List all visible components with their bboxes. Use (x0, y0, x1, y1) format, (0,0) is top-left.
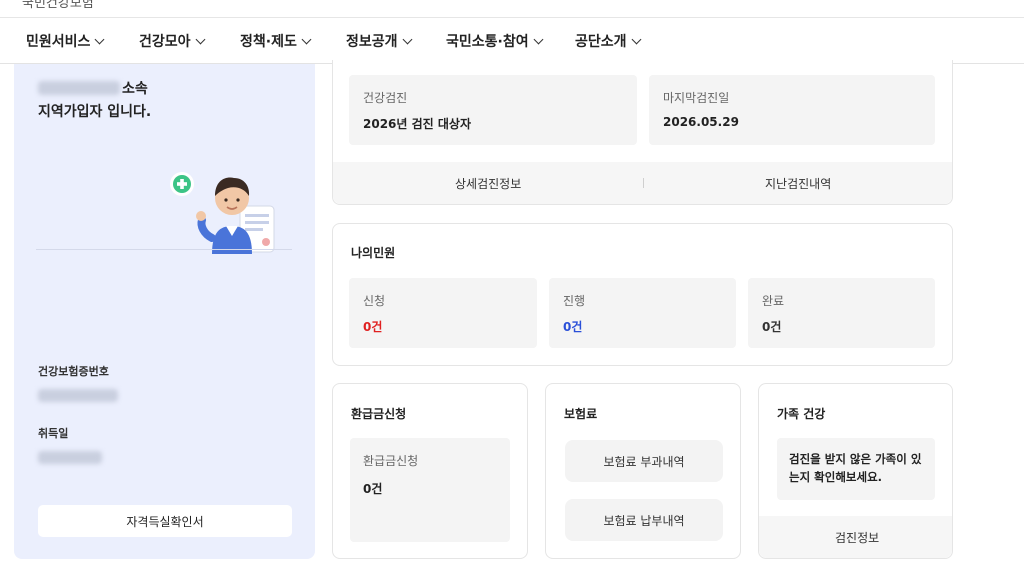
redacted-acquisition-date (38, 451, 102, 464)
family-health-card: 가족 건강 검진을 받지 않은 가족이 있는지 확인해보세요. 검진정보 (758, 383, 953, 559)
refund-card-title: 환급금신청 (351, 407, 407, 421)
chevron-down-icon (195, 34, 205, 44)
civil-applied-count: 0건 (363, 320, 383, 334)
main-nav: 민원서비스 건강모아 정책·제도 정보공개 국민소통·참여 공단소개 (0, 18, 1024, 64)
refund-box[interactable]: 환급금신청 0건 (350, 438, 510, 542)
premium-card: 보험료 보험료 부과내역 보험료 납부내역 (545, 383, 741, 559)
civil-progress-box[interactable]: 진행 0건 (549, 278, 736, 348)
nav-item-policy[interactable]: 정책·제도 (240, 31, 312, 51)
affiliation: 소속 (38, 78, 148, 98)
nav-item-communication[interactable]: 국민소통·참여 (446, 31, 544, 51)
detail-checkup-link[interactable]: 상세검진정보 (455, 175, 521, 192)
family-checkup-info-link[interactable]: 검진정보 (835, 529, 879, 546)
profile-divider (36, 249, 292, 250)
last-checkup-date: 2026.05.29 (663, 115, 739, 129)
civil-done-box[interactable]: 완료 0건 (748, 278, 935, 348)
nav-item-disclosure[interactable]: 정보공개 (346, 31, 412, 51)
family-card-title: 가족 건강 (777, 407, 826, 421)
family-message: 검진을 받지 않은 가족이 있는지 확인해보세요. (789, 452, 922, 484)
nav-item-health-moa[interactable]: 건강모아 (139, 31, 205, 51)
member-type: 지역가입자 입니다. (38, 104, 152, 120)
chevron-down-icon (631, 34, 641, 44)
eligibility-certificate-button[interactable]: 자격득실확인서 (38, 505, 292, 537)
refund-card: 환급금신청 환급금신청 0건 (332, 383, 528, 559)
nav-item-about[interactable]: 공단소개 (575, 31, 641, 51)
redacted-affiliation (38, 81, 120, 95)
site-header: 국민건강보험 (0, 0, 1024, 18)
last-checkup-box: 마지막검진일 2026.05.29 (649, 75, 935, 145)
chevron-down-icon (402, 34, 412, 44)
last-checkup-label: 마지막검진일 (663, 91, 730, 105)
premium-payment-button[interactable]: 보험료 납부내역 (565, 499, 723, 541)
checkup-target-box: 건강검진 2026년 검진 대상자 (349, 75, 637, 145)
member-profile-panel: 소속 지역가입자 입니다. 건강보험증번호 취득일 자격득실확인서 (14, 64, 315, 559)
redacted-insurance-number (38, 389, 118, 402)
chevron-down-icon (533, 34, 544, 44)
site-title[interactable]: 국민건강보험 (22, 0, 94, 11)
family-link-bar: 검진정보 (759, 516, 952, 558)
civil-applied-label: 신청 (363, 294, 386, 308)
link-separator (643, 178, 644, 188)
checkup-links-bar: 상세검진정보 지난검진내역 (333, 162, 952, 204)
civil-progress-count: 0건 (563, 320, 583, 334)
premium-card-title: 보험료 (564, 407, 598, 421)
health-checkup-card: 건강검진 2026년 검진 대상자 마지막검진일 2026.05.29 상세검진… (332, 60, 953, 205)
insurance-number-label: 건강보험증번호 (38, 365, 109, 378)
doctor-illustration (170, 172, 275, 254)
civil-done-label: 완료 (762, 294, 785, 308)
premium-charge-button[interactable]: 보험료 부과내역 (565, 440, 723, 482)
refund-count: 0건 (363, 482, 383, 496)
nav-item-civil-service[interactable]: 민원서비스 (26, 31, 105, 51)
family-message-box: 검진을 받지 않은 가족이 있는지 확인해보세요. (777, 438, 935, 500)
civil-done-count: 0건 (762, 320, 782, 334)
checkup-target-value: 2026년 검진 대상자 (363, 117, 471, 131)
civil-progress-label: 진행 (563, 294, 586, 308)
acquisition-date-label: 취득일 (38, 427, 69, 440)
civil-applied-box[interactable]: 신청 0건 (349, 278, 537, 348)
past-checkup-link[interactable]: 지난검진내역 (765, 175, 831, 192)
refund-box-label: 환급금신청 (363, 454, 419, 468)
checkup-target-label: 건강검진 (363, 91, 408, 105)
chevron-down-icon (301, 34, 312, 44)
my-civil-complaints-card: 나의민원 신청 0건 진행 0건 완료 0건 (332, 223, 953, 366)
civil-card-title: 나의민원 (351, 246, 396, 260)
chevron-down-icon (94, 34, 105, 44)
